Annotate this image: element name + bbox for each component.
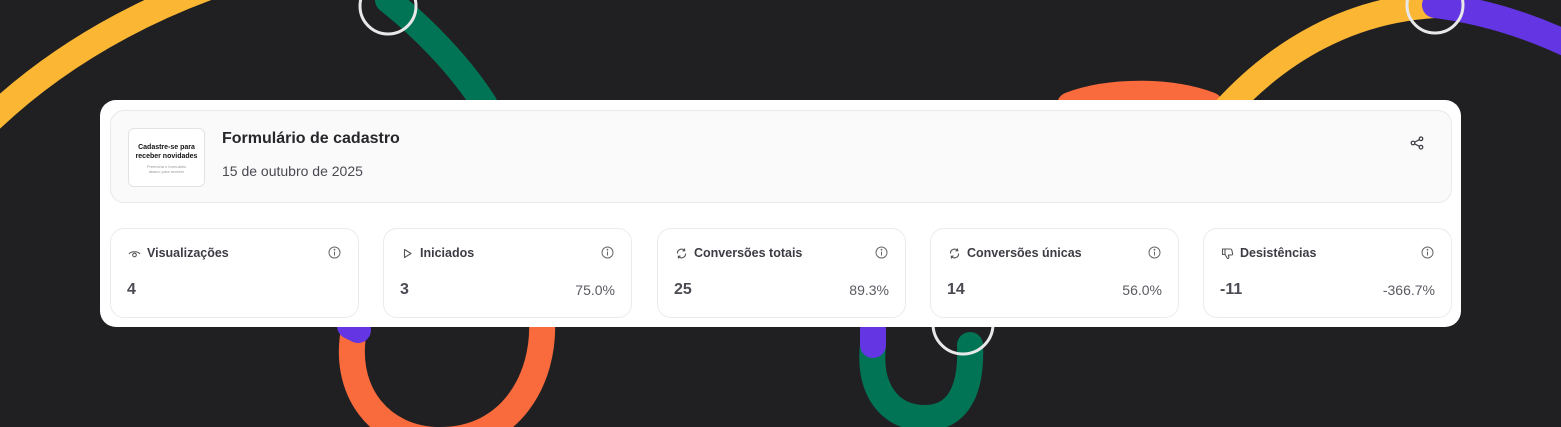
thumbnail-body: Preencha o formulário abaixo para recebe… — [146, 164, 187, 174]
info-icon[interactable] — [1421, 246, 1434, 259]
form-title: Formulário de cadastro — [222, 130, 400, 147]
refresh-icon — [676, 248, 687, 259]
metric-value: 4 — [127, 281, 136, 298]
metric-label: Iniciados — [420, 246, 475, 260]
play-icon — [403, 248, 412, 259]
form-date: 15 de outubro de 2025 — [222, 163, 363, 179]
metric-value: 3 — [400, 281, 409, 298]
metric-percent: -366.7% — [1382, 282, 1435, 298]
metric-label: Visualizações — [147, 246, 229, 260]
metric-label: Desistências — [1240, 246, 1317, 260]
bg-curve-yellow-right — [1212, 0, 1448, 123]
info-icon[interactable] — [601, 246, 614, 259]
share-button[interactable] — [1408, 134, 1426, 152]
bg-curve-orange-bottom — [338, 307, 556, 427]
metric-card-conversoes-totais: Conversões totais 25 89.3% — [657, 228, 906, 318]
info-icon[interactable] — [1148, 246, 1161, 259]
bg-curve-green-bottom — [859, 332, 984, 427]
share-icon — [1410, 136, 1424, 150]
thumbnail-heading: Cadastre-se para receber novidades — [135, 144, 198, 160]
info-icon[interactable] — [328, 246, 341, 259]
metric-value: 14 — [947, 281, 965, 298]
info-icon[interactable] — [875, 246, 888, 259]
metric-percent: 75.0% — [575, 282, 615, 298]
metric-value: 25 — [674, 281, 692, 298]
bg-curve-green-top — [375, 0, 498, 118]
metric-value: -11 — [1220, 281, 1243, 298]
thumbs-down-icon — [1221, 248, 1234, 260]
metric-label: Conversões totais — [694, 246, 803, 260]
metric-card-conversoes-unicas: Conversões únicas 14 56.0% — [930, 228, 1179, 318]
form-summary-card: Cadastre-se para receber novidades Preen… — [100, 100, 1461, 327]
metric-percent: 89.3% — [849, 282, 889, 298]
metric-card-visualizacoes: Visualizações 4 — [110, 228, 359, 318]
eye-icon — [128, 251, 141, 258]
refresh-icon — [949, 248, 960, 259]
metric-card-iniciados: Iniciados 3 75.0% — [383, 228, 632, 318]
form-header: Cadastre-se para receber novidades Preen… — [110, 110, 1452, 203]
form-thumbnail[interactable]: Cadastre-se para receber novidades Preen… — [128, 128, 205, 187]
metric-label: Conversões únicas — [967, 246, 1082, 260]
metric-percent: 56.0% — [1122, 282, 1162, 298]
metric-card-desistencias: Desistências -11 -366.7% — [1203, 228, 1452, 318]
